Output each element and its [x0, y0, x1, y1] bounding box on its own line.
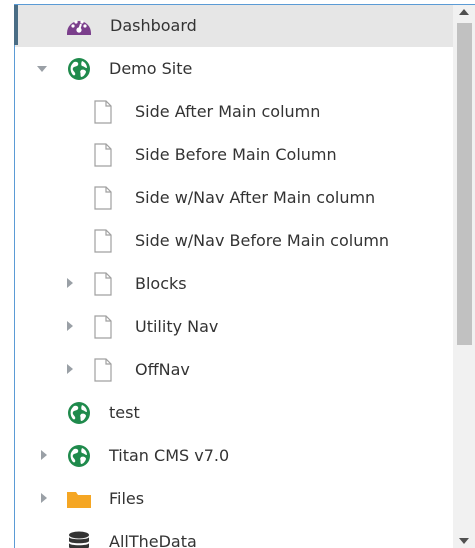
- tree-item-label: Side After Main column: [135, 102, 321, 121]
- page-icon: [93, 272, 119, 296]
- database-icon: [67, 530, 93, 548]
- tree-item-demo-site[interactable]: Demo Site: [15, 48, 453, 90]
- tree-item-side-nav-after-main-column[interactable]: Side w/Nav After Main column: [15, 177, 453, 219]
- tree-item-side-after-main-column[interactable]: Side After Main column: [15, 91, 453, 133]
- site-tree: Dashboard Demo Site Side After Main colu…: [15, 5, 453, 548]
- tree-item-allthedata[interactable]: AllTheData: [15, 521, 453, 548]
- scroll-down-arrow-icon[interactable]: [459, 538, 469, 544]
- tree-item-files[interactable]: Files: [15, 478, 453, 520]
- tree-item-blocks[interactable]: Blocks: [15, 263, 453, 305]
- tree-item-label: Side Before Main Column: [135, 145, 337, 164]
- tree-item-label: Utility Nav: [135, 317, 219, 336]
- tree-item-utility-nav[interactable]: Utility Nav: [15, 306, 453, 348]
- tree-item-label: Side w/Nav Before Main column: [135, 231, 390, 250]
- scroll-up-arrow-icon[interactable]: [459, 9, 469, 15]
- tree-item-label: Files: [109, 489, 145, 508]
- expand-arrow-icon[interactable]: [65, 263, 79, 305]
- collapse-arrow-icon[interactable]: [37, 48, 51, 90]
- page-icon: [93, 358, 119, 382]
- tree-item-label: Titan CMS v7.0: [109, 446, 230, 465]
- tree-item-titan-cms[interactable]: Titan CMS v7.0: [15, 435, 453, 477]
- expand-arrow-icon[interactable]: [65, 349, 79, 391]
- tree-item-label: AllTheData: [109, 532, 197, 548]
- tree-item-label: Side w/Nav After Main column: [135, 188, 376, 207]
- globe-icon: [67, 401, 93, 425]
- vertical-scrollbar[interactable]: [453, 5, 475, 548]
- tree-item-label: Demo Site: [109, 59, 193, 78]
- tree-item-test[interactable]: test: [15, 392, 453, 434]
- site-tree-panel: Dashboard Demo Site Side After Main colu…: [0, 0, 475, 548]
- page-icon: [93, 186, 119, 210]
- expand-arrow-icon[interactable]: [65, 306, 79, 348]
- page-icon: [93, 143, 119, 167]
- expand-arrow-icon[interactable]: [39, 435, 53, 477]
- tree-item-label: Blocks: [135, 274, 187, 293]
- tree-item-dashboard[interactable]: Dashboard: [15, 5, 453, 47]
- globe-icon: [67, 444, 93, 468]
- page-icon: [93, 315, 119, 339]
- page-icon: [93, 229, 119, 253]
- selection-accent-bar: [14, 5, 18, 45]
- dashboard-gauge-icon: [66, 14, 92, 38]
- tree-item-side-before-main-column[interactable]: Side Before Main Column: [15, 134, 453, 176]
- tree-item-offnav[interactable]: OffNav: [15, 349, 453, 391]
- scrollbar-thumb[interactable]: [457, 23, 472, 345]
- expand-arrow-icon[interactable]: [39, 478, 53, 520]
- tree-item-label: Dashboard: [110, 16, 197, 35]
- tree-item-side-nav-before-main-column[interactable]: Side w/Nav Before Main column: [15, 220, 453, 262]
- tree-item-label: test: [109, 403, 140, 422]
- folder-icon: [66, 487, 92, 511]
- page-icon: [93, 100, 119, 124]
- globe-icon: [67, 57, 93, 81]
- tree-item-label: OffNav: [135, 360, 190, 379]
